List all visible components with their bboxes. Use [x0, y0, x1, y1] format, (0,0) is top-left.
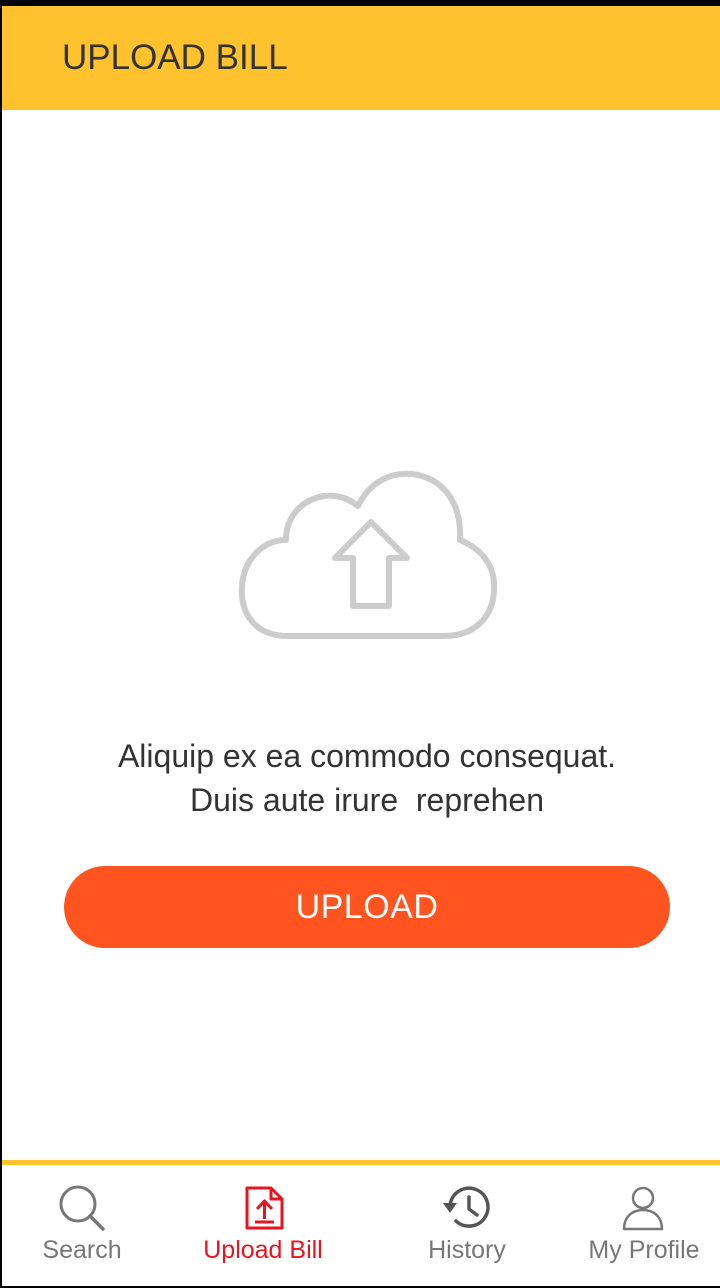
nav-label-my-profile: My Profile	[588, 1236, 700, 1264]
user-icon	[622, 1186, 664, 1231]
message-line-2: Duis aute irure reprehen	[190, 782, 544, 818]
message-line-1: Aliquip ex ea commodo consequat.	[117, 738, 617, 774]
nav-item-search[interactable]: Search	[16, 1165, 148, 1286]
nav-item-history[interactable]: History	[402, 1165, 532, 1286]
search-icon	[59, 1185, 105, 1231]
upload-button[interactable]: UPLOAD	[64, 866, 670, 948]
nav-item-my-profile[interactable]: My Profile	[576, 1165, 712, 1286]
upload-bill-screen: UPLOAD BILL Aliquip ex ea commodo conseq…	[2, 6, 720, 1286]
page-title: UPLOAD BILL	[62, 38, 288, 77]
file-upload-icon	[245, 1186, 284, 1230]
history-icon	[443, 1186, 490, 1228]
nav-label-history: History	[428, 1236, 506, 1264]
bottom-navigation: Search Upload Bill History My Profile	[2, 1165, 720, 1286]
upload-instructions: Aliquip ex ea commodo consequat. Duis au…	[2, 734, 720, 822]
app-bar: UPLOAD BILL	[2, 6, 720, 110]
nav-label-upload-bill: Upload Bill	[203, 1236, 323, 1264]
cloud-upload-icon	[238, 470, 498, 639]
nav-item-upload-bill[interactable]: Upload Bill	[188, 1165, 338, 1286]
nav-label-search: Search	[42, 1236, 122, 1264]
